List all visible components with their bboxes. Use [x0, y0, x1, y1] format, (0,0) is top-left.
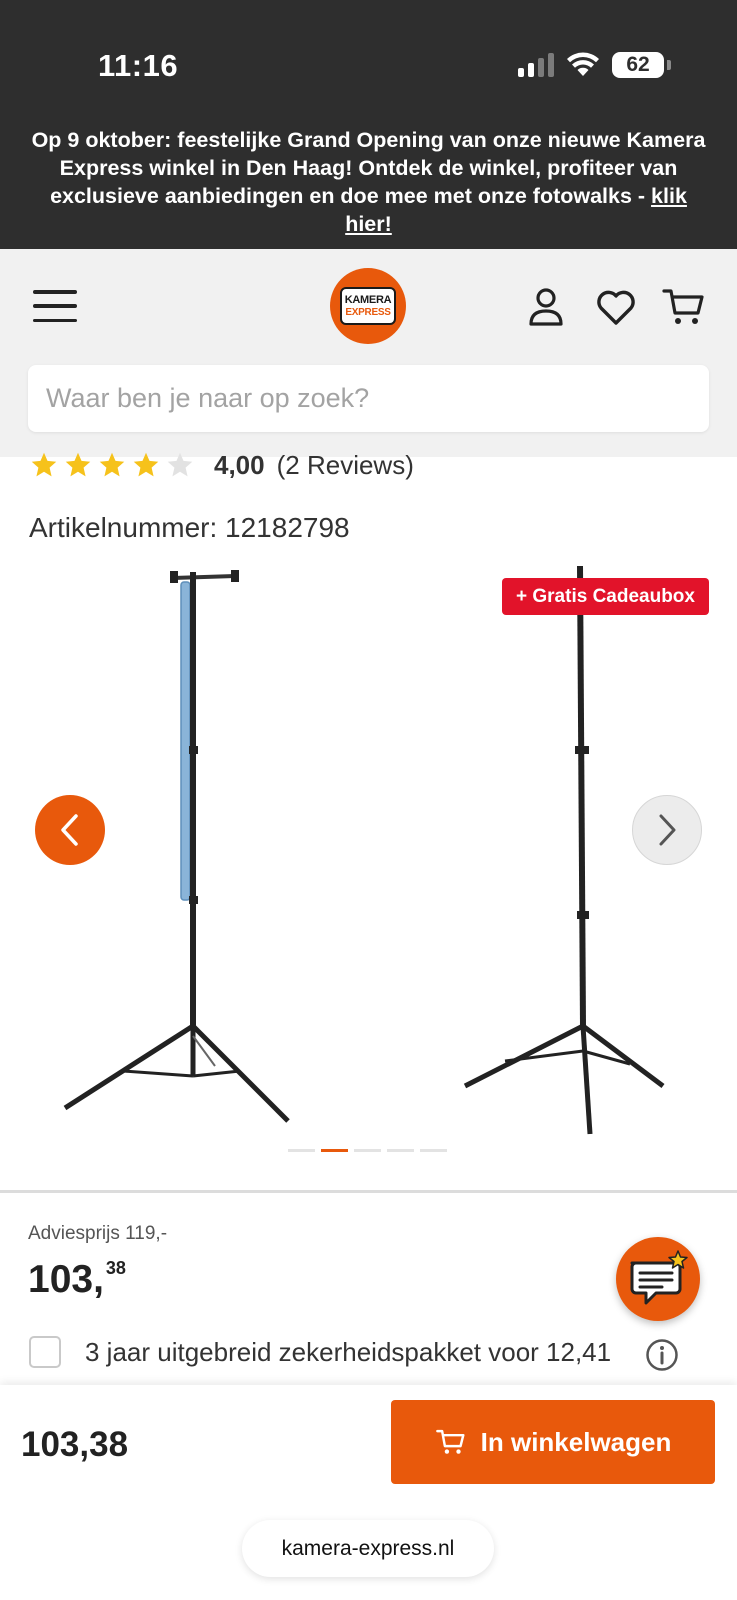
advice-price: Adviesprijs 119,-: [28, 1223, 168, 1244]
battery-icon: 62: [612, 52, 671, 78]
warranty-checkbox[interactable]: [29, 1336, 61, 1368]
star-filled-icon: [65, 452, 91, 477]
heart-icon[interactable]: [594, 285, 638, 329]
cart-icon[interactable]: [662, 285, 706, 329]
product-price: 103, 38: [28, 1258, 126, 1302]
browser-url-bar[interactable]: kamera-express.nl: [242, 1520, 494, 1577]
signal-icon: [518, 53, 554, 77]
star-filled-icon: [99, 452, 125, 477]
battery-percent: 62: [626, 53, 650, 76]
info-icon[interactable]: [645, 1338, 679, 1372]
sticky-price: 103,38: [21, 1425, 129, 1464]
star-empty-icon: [167, 452, 193, 477]
gallery-dot[interactable]: [288, 1149, 315, 1152]
add-to-cart-button[interactable]: In winkelwagen: [391, 1400, 715, 1484]
search-bar[interactable]: [28, 365, 709, 432]
rating-stars: [30, 451, 194, 479]
sticky-buy-bar: 103,38 In winkelwagen kamera-express.nl: [0, 1385, 737, 1600]
site-header: KAMERA EXPRESS: [0, 249, 737, 457]
star-filled-icon: [133, 452, 159, 477]
kamera-express-logo[interactable]: KAMERA EXPRESS: [330, 268, 406, 344]
chat-button[interactable]: [616, 1237, 700, 1321]
menu-icon[interactable]: [33, 288, 77, 324]
cart-icon: [435, 1429, 465, 1454]
logo-badge: KAMERA EXPRESS: [340, 287, 396, 325]
gallery-pagination[interactable]: [288, 1149, 447, 1152]
top-dark-area: 11:16 62 Op 9 oktober: feestelijke Grand…: [0, 0, 737, 249]
status-bar: 11:16 62: [0, 0, 737, 120]
account-icon[interactable]: [524, 285, 568, 329]
status-icons: 62: [518, 52, 671, 78]
warranty-text: 3 jaar uitgebreid zekerheidspakket voor …: [85, 1336, 612, 1367]
gallery-dot[interactable]: [387, 1149, 414, 1152]
product-gallery[interactable]: [0, 566, 737, 1166]
chevron-right-icon: [659, 814, 676, 846]
rating-score: 4,00: [214, 449, 265, 480]
promo-banner: Op 9 oktober: feestelijke Grand Opening …: [30, 126, 707, 238]
price-main: 103,: [28, 1258, 104, 1301]
article-number: Artikelnummer: 12182798: [29, 512, 350, 543]
add-to-cart-label: In winkelwagen: [480, 1426, 672, 1457]
browser-url: kamera-express.nl: [281, 1536, 455, 1560]
chevron-left-icon: [61, 814, 78, 846]
promo-text: Op 9 oktober: feestelijke Grand Opening …: [31, 128, 706, 208]
chat-icon: [630, 1250, 688, 1305]
free-giftbox-badge: + Gratis Cadeaubox: [502, 578, 709, 615]
star-filled-icon: [31, 452, 57, 477]
wifi-icon: [567, 52, 599, 76]
rating-reviews-link[interactable]: (2 Reviews): [277, 450, 414, 481]
price-cents: 38: [105, 1258, 126, 1278]
status-time: 11:16: [98, 48, 179, 83]
gallery-dot[interactable]: [420, 1149, 447, 1152]
gallery-prev-button[interactable]: [35, 795, 105, 865]
product-rating[interactable]: 4,00 (2 Reviews): [30, 448, 414, 482]
logo-line1: KAMERA: [344, 293, 392, 306]
gallery-dot[interactable]: [354, 1149, 381, 1152]
logo-line2: EXPRESS: [345, 306, 391, 318]
search-input[interactable]: [46, 383, 709, 414]
warranty-option[interactable]: 3 jaar uitgebreid zekerheidspakket voor …: [29, 1336, 611, 1368]
gallery-next-button[interactable]: [632, 795, 702, 865]
product-image-stand: [463, 566, 665, 1135]
gallery-dot[interactable]: [321, 1149, 348, 1152]
section-divider: [0, 1190, 737, 1193]
